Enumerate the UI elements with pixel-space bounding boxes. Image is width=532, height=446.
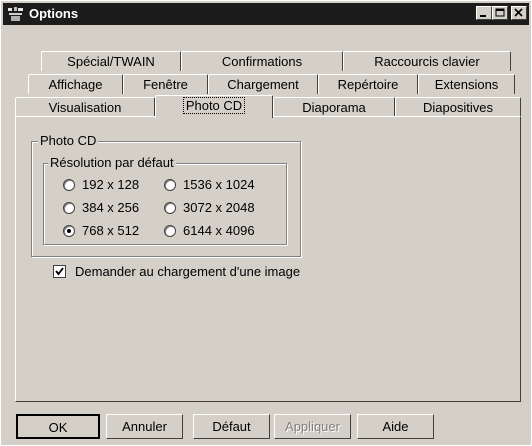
- default-button[interactable]: Défaut: [193, 414, 270, 439]
- apply-button: Appliquer: [274, 414, 351, 439]
- radio-circle: [63, 179, 75, 191]
- tab-special-twain[interactable]: Spécial/TWAIN: [41, 51, 181, 71]
- tab-diapositives[interactable]: Diapositives: [395, 97, 521, 117]
- tab-label: Photo CD: [182, 97, 246, 114]
- tab-row-3: Visualisation Photo CD Diaporama Diaposi…: [1, 95, 532, 118]
- radio-label: 192 x 128: [82, 177, 140, 192]
- radio-circle: [164, 225, 176, 237]
- tab-extensions[interactable]: Extensions: [418, 74, 515, 94]
- help-button[interactable]: Aide: [357, 414, 434, 439]
- tab-label: Spécial/TWAIN: [67, 54, 155, 69]
- tab-label: Affichage: [48, 77, 103, 92]
- tab-row-1: Spécial/TWAIN Confirmations Raccourcis c…: [1, 51, 532, 71]
- app-icon: [8, 7, 23, 21]
- tab-label: Fenêtre: [143, 77, 188, 92]
- maximize-icon: [495, 8, 505, 17]
- cancel-button[interactable]: Annuler: [106, 414, 183, 439]
- tab-label: Visualisation: [48, 100, 122, 115]
- close-button[interactable]: [511, 6, 527, 20]
- minimize-button[interactable]: [476, 6, 492, 20]
- tab-chargement[interactable]: Chargement: [208, 74, 318, 94]
- radio-label: 6144 x 4096: [183, 223, 255, 238]
- tab-label: Diapositives: [422, 100, 494, 115]
- title-bar[interactable]: Options: [3, 3, 529, 25]
- radio-label: 384 x 256: [82, 200, 140, 215]
- ok-label: OK: [48, 420, 68, 435]
- checkbox-box: [53, 265, 66, 278]
- tab-visualisation[interactable]: Visualisation: [15, 97, 155, 117]
- tab-raccourcis-clavier[interactable]: Raccourcis clavier: [343, 51, 511, 71]
- close-icon: [514, 8, 523, 17]
- default-label: Défaut: [212, 419, 251, 434]
- tab-label: Extensions: [434, 77, 499, 92]
- tab-label: Chargement: [227, 77, 299, 92]
- radio-selected-dot: [67, 229, 71, 233]
- tab-label: Confirmations: [221, 54, 303, 69]
- tab-affichage[interactable]: Affichage: [28, 74, 123, 94]
- help-label: Aide: [382, 419, 409, 434]
- radio-label: 768 x 512: [82, 223, 140, 238]
- radio-circle: [63, 225, 75, 237]
- ok-button[interactable]: OK: [16, 414, 100, 439]
- tab-confirmations[interactable]: Confirmations: [181, 51, 343, 71]
- tab-label: Raccourcis clavier: [374, 54, 480, 69]
- radio-circle: [164, 179, 176, 191]
- resolution-group-title: Résolution par défaut: [48, 155, 176, 170]
- tab-label: Diaporama: [302, 100, 366, 115]
- tab-photo-cd[interactable]: Photo CD: [155, 95, 273, 118]
- tab-diaporama[interactable]: Diaporama: [273, 97, 395, 117]
- maximize-button[interactable]: [492, 6, 508, 20]
- minimize-icon: [480, 15, 486, 17]
- tab-label: Repértoire: [337, 77, 399, 92]
- apply-label: Appliquer: [285, 419, 340, 434]
- options-window: Options Spécial/TWAIN Confirmations Racc…: [0, 0, 532, 446]
- window-title: Options: [29, 6, 79, 21]
- tab-repertoire[interactable]: Repértoire: [318, 74, 418, 94]
- radio-circle: [164, 202, 176, 214]
- radio-label: 3072 x 2048: [183, 200, 255, 215]
- radio-label: 1536 x 1024: [183, 177, 255, 192]
- tab-fenetre[interactable]: Fenêtre: [123, 74, 208, 94]
- check-mark-icon: [55, 267, 64, 276]
- radio-circle: [63, 202, 75, 214]
- cancel-label: Annuler: [122, 419, 167, 434]
- photo-cd-group-title: Photo CD: [38, 133, 99, 148]
- tab-row-2: Affichage Fenêtre Chargement Repértoire …: [1, 74, 532, 94]
- ask-on-load-label: Demander au chargement d'une image: [75, 264, 301, 279]
